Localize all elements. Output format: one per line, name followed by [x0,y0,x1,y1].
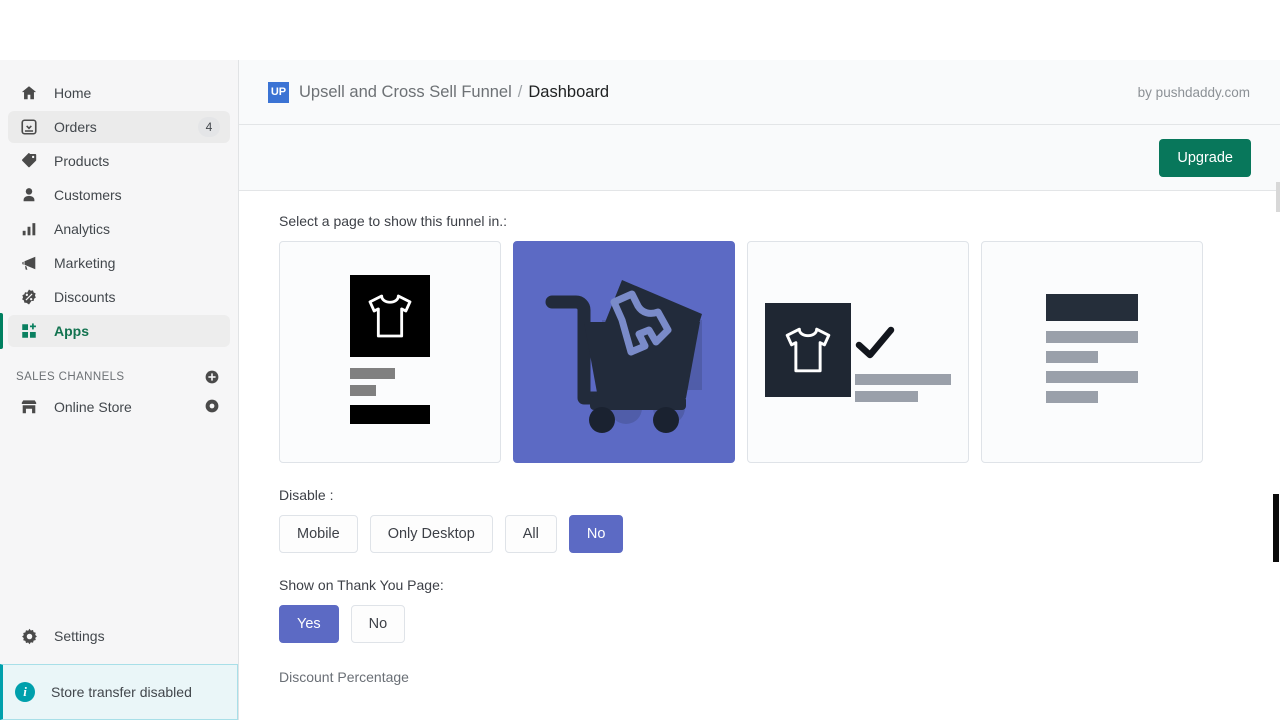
placeholder-line [1046,391,1098,403]
main-sidebar: Home Orders 4 Products [0,60,239,720]
placeholder-line [350,368,395,379]
orders-icon [18,117,40,137]
sales-channels-title: SALES CHANNELS [16,371,125,383]
sidebar-item-online-store[interactable]: Online Store [8,391,230,423]
placeholder-line [1046,351,1098,363]
disable-option-mobile[interactable]: Mobile [279,515,358,553]
breadcrumb-current-page: Dashboard [528,83,609,102]
disable-label: Disable : [279,487,1280,503]
product-page-thumbnail [350,275,430,430]
products-icon [18,151,40,171]
marketing-icon [18,253,40,273]
discounts-icon [18,287,40,307]
app-body: Select a page to show this funnel in.: [239,191,1280,719]
thank-you-option-no[interactable]: No [351,605,406,643]
placeholder-header-bar [1046,294,1138,321]
sidebar-item-analytics[interactable]: Analytics [8,213,230,245]
app-scrollbar-thumb[interactable] [1273,494,1279,562]
upgrade-button[interactable]: Upgrade [1159,139,1251,177]
embedded-app-area: UP Upsell and Cross Sell Funnel / Dashbo… [239,60,1280,720]
checkmark-icon [855,325,895,363]
app-header: UP Upsell and Cross Sell Funnel / Dashbo… [239,60,1280,125]
disable-option-no[interactable]: No [569,515,624,553]
added-to-cart-detail [851,303,951,402]
placeholder-line [1046,331,1138,343]
placeholder-line [855,391,918,402]
app-toolbar: Upgrade [239,125,1280,191]
plus-circle-icon[interactable] [204,369,220,385]
app-byline: by pushdaddy.com [1138,85,1250,100]
page-select-label: Select a page to show this funnel in.: [279,213,1280,229]
sidebar-item-label: Online Store [54,399,204,415]
sidebar-spacer [0,425,238,618]
sidebar-item-customers[interactable]: Customers [8,179,230,211]
cart-page-card[interactable] [513,241,735,463]
checkout-page-thumbnail [1046,294,1138,411]
info-icon: i [15,682,35,702]
app-logo-badge: UP [268,82,289,103]
disable-option-only-desktop[interactable]: Only Desktop [370,515,493,553]
orders-badge-count: 4 [198,117,220,137]
thank-you-group: Show on Thank You Page: Yes No [279,577,1280,643]
sidebar-item-settings[interactable]: Settings [8,620,230,652]
eye-icon[interactable] [204,398,220,417]
store-icon [18,397,40,417]
discount-percentage-label: Discount Percentage [279,669,1280,685]
sidebar-item-apps[interactable]: Apps [8,315,230,347]
placeholder-line [350,385,376,396]
store-transfer-banner[interactable]: i Store transfer disabled [0,664,238,720]
sidebar-item-label: Marketing [54,255,220,271]
sidebar-item-label: Apps [54,323,220,339]
product-page-card[interactable] [279,241,501,463]
sidebar-item-label: Discounts [54,289,220,305]
cart-page-thumbnail [534,260,714,445]
apps-icon [18,321,40,341]
store-transfer-banner-label: Store transfer disabled [51,684,192,700]
analytics-icon [18,219,40,239]
thank-you-label: Show on Thank You Page: [279,577,1280,593]
disable-group: Disable : Mobile Only Desktop All No [279,487,1280,553]
sidebar-item-label: Home [54,85,220,101]
app-root: Home Orders 4 Products [0,0,1280,720]
sidebar-item-label: Customers [54,187,220,203]
gear-icon [18,626,40,646]
thank-you-option-yes[interactable]: Yes [279,605,339,643]
sidebar-item-label: Products [54,153,220,169]
sidebar-item-marketing[interactable]: Marketing [8,247,230,279]
breadcrumb-separator: / [518,83,523,102]
sidebar-item-home[interactable]: Home [8,77,230,109]
sidebar-item-label: Analytics [54,221,220,237]
customers-icon [18,185,40,205]
placeholder-line [855,374,951,385]
sidebar-item-label: Settings [54,628,220,644]
shopping-cart-icon [534,260,714,440]
browser-blank-strip [0,0,1280,60]
breadcrumb-app-name[interactable]: Upsell and Cross Sell Funnel [299,83,512,102]
sidebar-item-label: Orders [54,119,198,135]
added-to-cart-card[interactable] [747,241,969,463]
page-cards-row [279,241,1280,463]
sidebar-item-orders[interactable]: Orders 4 [8,111,230,143]
sidebar-item-products[interactable]: Products [8,145,230,177]
tshirt-icon [350,275,430,357]
tshirt-icon [765,303,851,397]
thank-you-options-row: Yes No [279,605,1280,643]
sales-channels-header: SALES CHANNELS [16,369,220,385]
sidebar-nav-list: Home Orders 4 Products [0,60,238,349]
added-to-cart-thumbnail [765,303,951,402]
disable-option-all[interactable]: All [505,515,557,553]
placeholder-line [1046,371,1138,383]
home-icon [18,83,40,103]
placeholder-button-bar [350,405,430,424]
checkout-page-card[interactable] [981,241,1203,463]
sidebar-item-discounts[interactable]: Discounts [8,281,230,313]
disable-options-row: Mobile Only Desktop All No [279,515,1280,553]
app-scrollbar-track[interactable] [1272,182,1280,720]
